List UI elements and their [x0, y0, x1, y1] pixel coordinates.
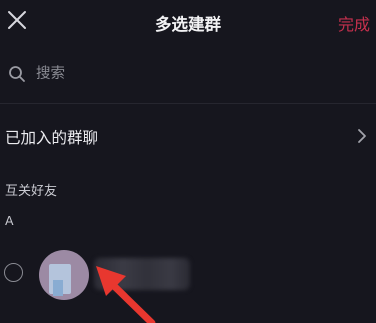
- index-letter: A: [5, 213, 14, 228]
- avatar-image-part: [53, 280, 63, 296]
- done-button[interactable]: 完成: [338, 11, 370, 35]
- search-input[interactable]: [36, 62, 356, 86]
- select-radio[interactable]: [4, 263, 23, 282]
- joined-groups-label: 已加入的群聊: [5, 129, 99, 147]
- contact-list-item[interactable]: [0, 244, 376, 308]
- avatar: [39, 250, 89, 300]
- joined-groups-row[interactable]: 已加入的群聊: [0, 114, 376, 158]
- multi-select-group-screen: 多选建群 完成 已加入的群聊 互关好友 A: [0, 0, 376, 323]
- chevron-right-icon: [358, 129, 366, 143]
- close-icon[interactable]: [6, 9, 28, 31]
- search-icon: [9, 66, 25, 82]
- page-title: 多选建群: [155, 15, 221, 34]
- blurred-contact-name: [94, 258, 190, 290]
- divider: [0, 103, 376, 104]
- search-bar[interactable]: [0, 54, 376, 94]
- mutual-friends-section-title: 互关好友: [5, 184, 58, 199]
- header-bar: 多选建群 完成: [0, 0, 376, 44]
